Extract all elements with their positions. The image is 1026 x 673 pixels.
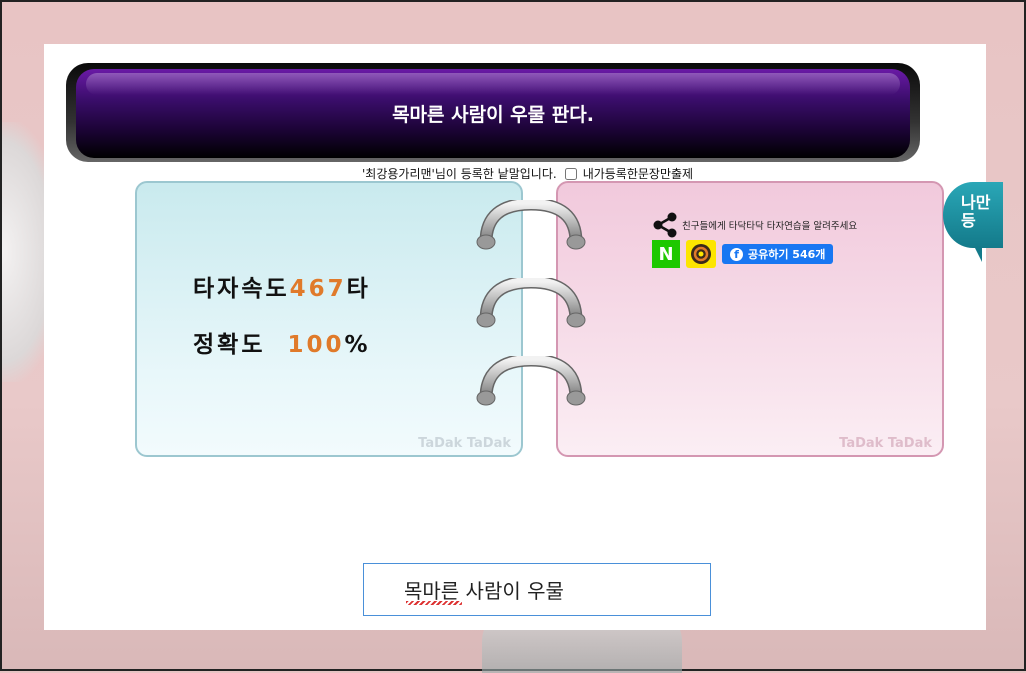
speed-value: 467	[289, 276, 347, 302]
facebook-share-button[interactable]: f 공유하기 546개	[722, 244, 834, 264]
accuracy-stat: 정확도 100%	[193, 325, 371, 359]
share-icon[interactable]	[652, 212, 678, 238]
facebook-share-label: 공유하기 546개	[748, 248, 826, 261]
my-sentences-only-checkbox[interactable]	[564, 167, 577, 180]
spellcheck-underline	[406, 601, 462, 605]
author-text: '최강용가리맨'님이 등록한 낱말입니다.	[362, 167, 557, 181]
facebook-icon: f	[730, 247, 743, 261]
kakaostory-icon	[691, 244, 711, 264]
accuracy-label: 정확도	[193, 332, 266, 358]
binder-ring-top	[476, 200, 586, 250]
target-sentence: 목마른 사람이 우물 판다.	[392, 104, 594, 126]
speed-label: 타자속도	[193, 276, 290, 302]
side-promo-bubble-tail	[974, 246, 982, 262]
share-buttons: N f 공유하기 546개	[652, 240, 834, 268]
typing-input[interactable]	[363, 563, 711, 616]
share-row: 친구들에게 타닥타닥 타자연습을 알려주세요	[652, 212, 857, 238]
side-promo-bubble[interactable]: 나만 등	[943, 182, 1003, 248]
share-text: 친구들에게 타닥타닥 타자연습을 알려주세요	[682, 221, 858, 232]
my-sentences-only-label[interactable]: 내가등록한문장만출제	[583, 165, 693, 182]
accuracy-unit: %	[344, 332, 371, 358]
accuracy-value: 100	[287, 332, 345, 358]
speed-unit: 타	[346, 276, 371, 302]
binder-ring-middle	[476, 278, 586, 328]
binder-ring-bottom	[476, 356, 586, 406]
result-card: 타자속도467타 정확도 100% TaDak TaDak	[135, 181, 523, 457]
kakaostory-share-button[interactable]	[686, 240, 716, 268]
speed-stat: 타자속도467타	[193, 269, 371, 303]
author-line: '최강용가리맨'님이 등록한 낱말입니다. 내가등록한문장만출제	[362, 165, 693, 182]
naver-share-button[interactable]: N	[652, 240, 680, 268]
side-promo-text: 나만 등	[961, 193, 991, 230]
watermark-left: TaDak TaDak	[418, 436, 511, 451]
watermark-right: TaDak TaDak	[839, 436, 932, 451]
banner: 목마른 사람이 우물 판다.	[76, 69, 910, 158]
